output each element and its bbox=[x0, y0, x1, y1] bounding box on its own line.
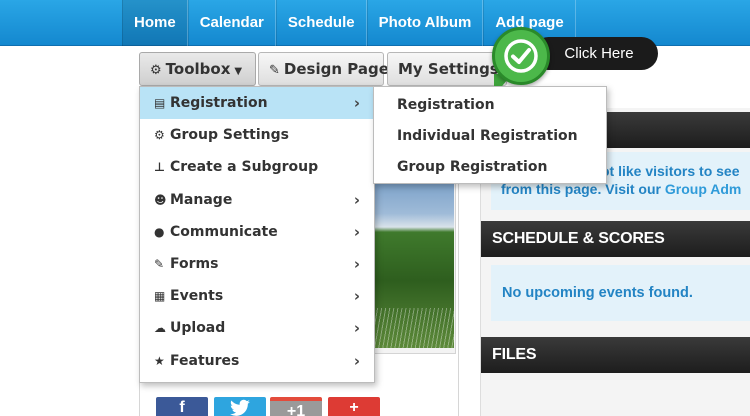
menu-item-group-settings[interactable]: ⚙ Group Settings bbox=[140, 119, 374, 151]
facebook-icon: f bbox=[179, 399, 185, 416]
twitter-share-button[interactable] bbox=[214, 397, 266, 416]
nav-home[interactable]: Home bbox=[122, 0, 188, 46]
chevron-right-icon: › bbox=[353, 351, 360, 370]
edit-icon: ✎ bbox=[269, 63, 280, 78]
gear-icon: ⚙ bbox=[150, 63, 162, 78]
chevron-right-icon: › bbox=[353, 94, 360, 112]
menu-item-label: Features bbox=[170, 352, 240, 369]
menu-item-events[interactable]: ▦ Events › bbox=[140, 280, 374, 312]
users-icon: ☻ bbox=[154, 192, 167, 207]
design-page-label: Design Page bbox=[283, 60, 389, 78]
nav-photo-album[interactable]: Photo Album bbox=[366, 0, 484, 46]
gear-icon: ⚙ bbox=[154, 128, 165, 143]
menu-item-forms[interactable]: ✎ Forms › bbox=[140, 248, 374, 280]
nav-schedule[interactable]: Schedule bbox=[275, 0, 367, 46]
menu-item-label: Group Settings bbox=[170, 127, 289, 144]
menu-item-label: Registration bbox=[170, 95, 268, 111]
facebook-share-button[interactable]: f bbox=[156, 397, 208, 416]
caret-down-icon: ▼ bbox=[234, 66, 243, 77]
menu-item-label: Communicate bbox=[170, 223, 278, 240]
menu-item-create-subgroup[interactable]: ⊥ Create a Subgroup bbox=[140, 151, 374, 183]
soccer-field-image bbox=[370, 180, 454, 348]
schedule-scores-heading: SCHEDULE & SCORES bbox=[481, 221, 750, 257]
design-page-button[interactable]: ✎ Design Page bbox=[258, 52, 389, 86]
check-badge bbox=[492, 27, 550, 85]
star-icon: ★ bbox=[154, 353, 165, 368]
toolbox-button[interactable]: ⚙ Toolbox ▼ bbox=[139, 52, 256, 86]
submenu-item-registration[interactable]: Registration bbox=[374, 93, 606, 124]
sitemap-icon: ⊥ bbox=[154, 160, 165, 175]
chevron-right-icon: › bbox=[353, 254, 360, 273]
chevron-right-icon: › bbox=[353, 319, 360, 338]
menu-item-label: Events bbox=[170, 288, 224, 305]
menu-item-communicate[interactable]: ● Communicate › bbox=[140, 216, 374, 248]
menu-item-manage[interactable]: ☻ Manage › bbox=[140, 184, 374, 216]
google-plus-icon: +1 bbox=[286, 403, 306, 416]
edit-icon: ✎ bbox=[154, 256, 165, 271]
nav-calendar[interactable]: Calendar bbox=[187, 0, 276, 46]
click-here-label: Click Here bbox=[564, 45, 634, 62]
comments-icon: ● bbox=[154, 224, 165, 239]
calendar-icon: ▦ bbox=[154, 289, 166, 304]
menu-item-label: Manage bbox=[170, 191, 233, 208]
toolbox-label: Toolbox bbox=[165, 60, 231, 78]
group-admin-link[interactable]: Group Adm bbox=[665, 181, 741, 197]
chevron-right-icon: › bbox=[353, 222, 360, 241]
registration-submenu: Registration Individual Registration Gro… bbox=[373, 86, 607, 184]
plus-icon: + bbox=[349, 399, 359, 416]
no-events-message: No upcoming events found. bbox=[491, 265, 750, 321]
menu-item-upload[interactable]: ☁ Upload › bbox=[140, 312, 374, 344]
id-card-icon: ▤ bbox=[154, 96, 166, 110]
submenu-item-group-registration[interactable]: Group Registration bbox=[374, 155, 606, 186]
chevron-right-icon: › bbox=[353, 287, 360, 306]
twitter-bird-icon bbox=[230, 399, 250, 416]
menu-item-registration[interactable]: ▤ Registration › bbox=[140, 87, 374, 120]
menu-item-label: Create a Subgroup bbox=[170, 159, 319, 176]
my-settings-label: My Settings bbox=[398, 60, 499, 78]
checkmark-icon bbox=[504, 39, 538, 73]
add-share-button[interactable]: + bbox=[328, 397, 380, 416]
my-settings-button[interactable]: My Settings bbox=[387, 52, 507, 86]
google-plus-one-button[interactable]: +1 bbox=[270, 397, 322, 416]
chevron-right-icon: › bbox=[353, 190, 360, 209]
submenu-item-individual-registration[interactable]: Individual Registration bbox=[374, 124, 606, 155]
menu-item-label: Upload bbox=[170, 320, 226, 337]
menu-item-features[interactable]: ★ Features › bbox=[140, 345, 374, 377]
toolbox-dropdown-menu: ▤ Registration › ⚙ Group Settings ⊥ Create a… bbox=[139, 86, 375, 383]
click-here-callout: Click Here bbox=[532, 37, 658, 70]
menu-item-label: Forms bbox=[170, 255, 219, 272]
cloud-upload-icon: ☁ bbox=[154, 321, 166, 336]
files-heading: FILES bbox=[481, 337, 750, 373]
